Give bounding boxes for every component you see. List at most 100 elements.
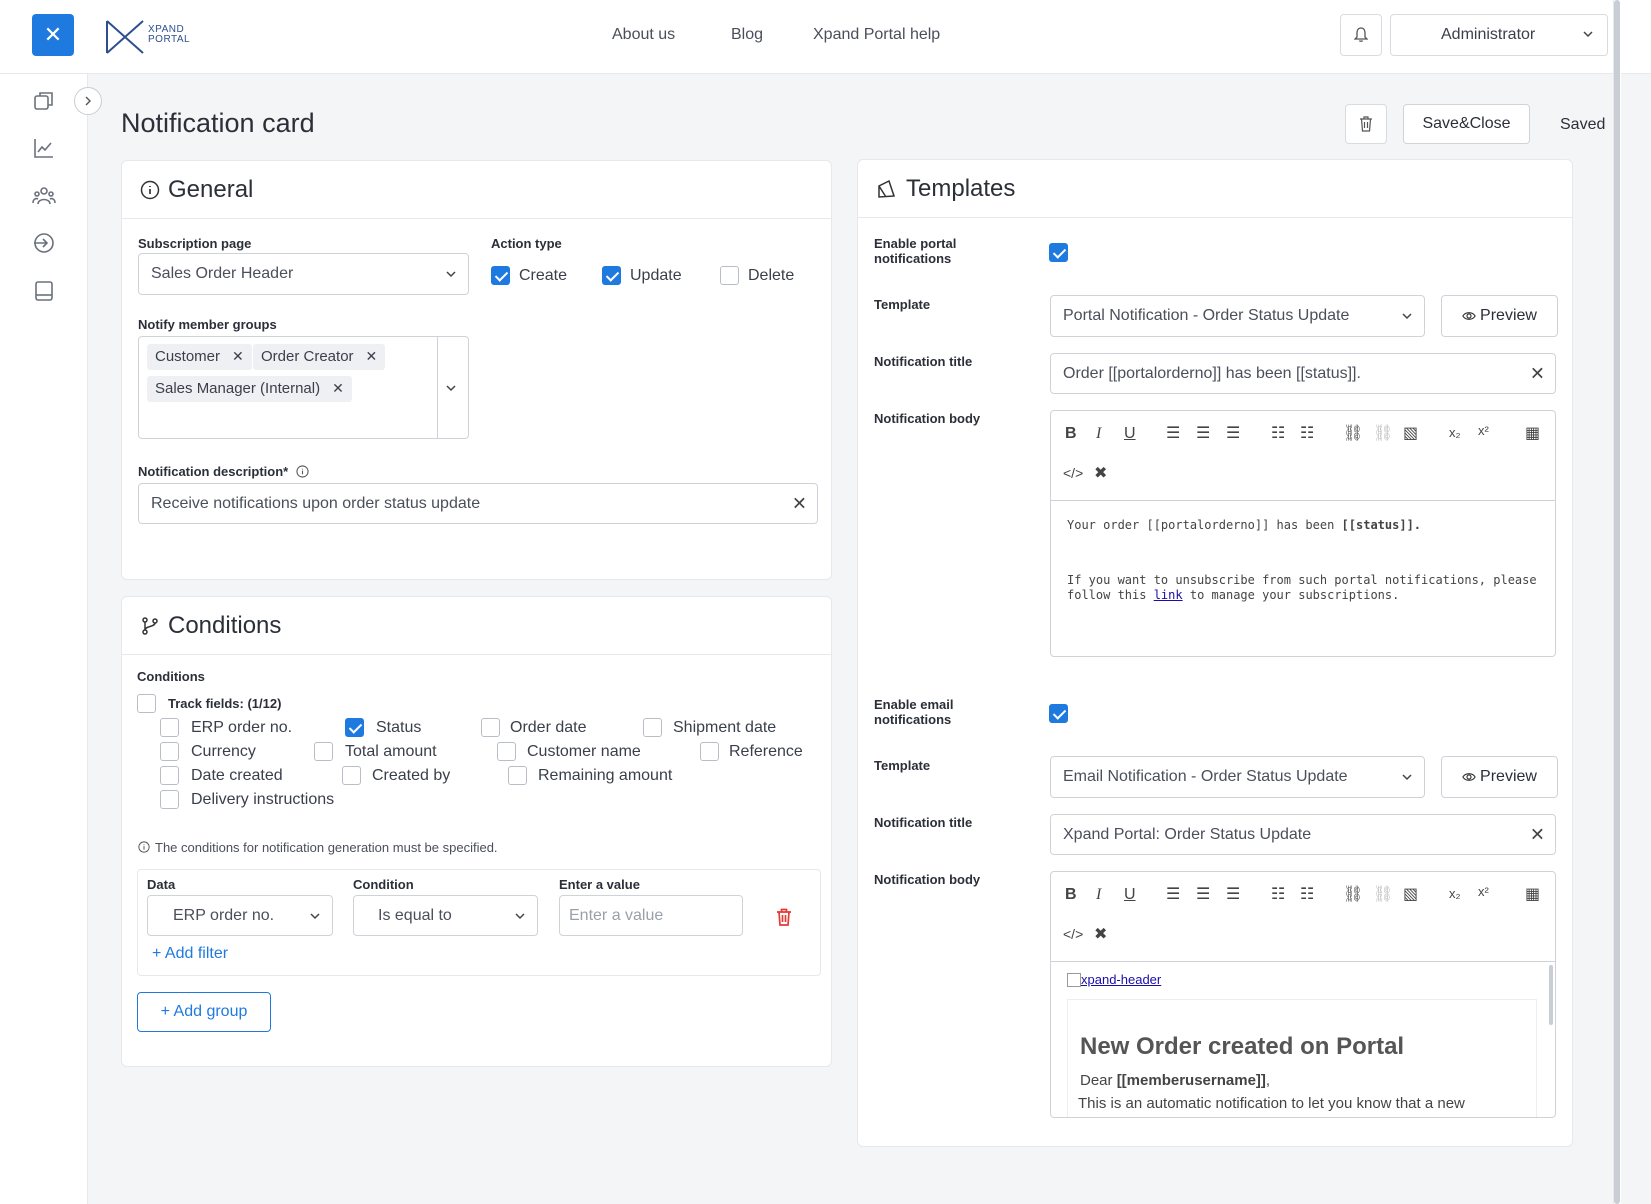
nav-about-us[interactable]: About us xyxy=(612,26,675,44)
logo[interactable]: XPAND PORTAL xyxy=(105,17,205,57)
users-icon[interactable] xyxy=(32,184,56,208)
trash-icon[interactable] xyxy=(776,908,792,926)
subscription-select[interactable]: Sales Order Header xyxy=(138,253,469,295)
remove-tag-icon[interactable]: ✕ xyxy=(366,348,378,364)
email-preview-button[interactable]: Preview xyxy=(1441,756,1558,798)
table-icon[interactable]: ▦ xyxy=(1525,423,1540,443)
add-group-button[interactable]: + Add group xyxy=(137,992,271,1032)
email-title-input[interactable]: Xpand Portal: Order Status Update ✕ xyxy=(1050,814,1556,855)
data-select[interactable]: ERP order no. xyxy=(147,895,333,936)
close-icon[interactable]: ✕ xyxy=(32,14,74,56)
email-body-editor[interactable]: B I U ☰ ☰ ☰ ☷ ☷ ⛓ ⛓ ▧ x₂ x² ▦ </> ✖ xpan… xyxy=(1050,871,1556,1118)
body-text: Your order [[portalorderno]] has been xyxy=(1067,518,1342,532)
eye-icon xyxy=(1462,312,1476,320)
remove-tag-icon[interactable]: ✕ xyxy=(232,348,244,364)
image-icon[interactable]: ▧ xyxy=(1403,884,1418,904)
condition-select[interactable]: Is equal to xyxy=(353,895,538,936)
condition-value: Is equal to xyxy=(378,906,452,924)
field-checkbox-reference[interactable] xyxy=(700,742,719,761)
align-center-icon[interactable]: ☰ xyxy=(1196,884,1210,904)
superscript-icon[interactable]: x² xyxy=(1478,884,1489,899)
pages-icon[interactable] xyxy=(32,89,56,113)
notifications-button[interactable] xyxy=(1340,14,1382,56)
image-icon[interactable]: ▧ xyxy=(1403,423,1418,443)
align-right-icon[interactable]: ☰ xyxy=(1226,884,1240,904)
header-image-link[interactable]: xpand-header xyxy=(1081,972,1161,987)
field-checkbox-total-amount[interactable] xyxy=(314,742,333,761)
user-name: Administrator xyxy=(1441,26,1536,43)
save-close-button[interactable]: Save&Close xyxy=(1403,104,1530,144)
align-left-icon[interactable]: ☰ xyxy=(1166,423,1180,443)
email-template-select[interactable]: Email Notification - Order Status Update xyxy=(1050,756,1425,798)
superscript-icon[interactable]: x² xyxy=(1478,423,1489,438)
enable-email-checkbox[interactable] xyxy=(1049,704,1068,723)
create-checkbox[interactable] xyxy=(491,266,510,285)
portal-body-editor[interactable]: B I U ☰ ☰ ☰ ☷ ☷ ⛓ ⛓ ▧ x₂ x² ▦ </> ✖ Your… xyxy=(1050,410,1556,657)
italic-icon[interactable]: I xyxy=(1096,425,1101,443)
sign-in-icon[interactable] xyxy=(32,231,56,255)
link-icon[interactable]: ⛓ xyxy=(1343,884,1363,904)
expand-sidebar-button[interactable] xyxy=(74,87,102,115)
clear-icon[interactable]: ✕ xyxy=(1530,363,1545,384)
add-filter-link[interactable]: + Add filter xyxy=(152,945,228,963)
nav-portal-help[interactable]: Xpand Portal help xyxy=(813,26,940,44)
field-checkbox-currency[interactable] xyxy=(160,742,179,761)
table-icon[interactable]: ▦ xyxy=(1525,884,1540,904)
field-label: ERP order no. xyxy=(191,719,293,736)
subscript-icon[interactable]: x₂ xyxy=(1449,425,1461,440)
field-checkbox-customer-name[interactable] xyxy=(497,742,516,761)
user-menu[interactable]: Administrator xyxy=(1390,14,1608,56)
field-checkbox-shipment-date[interactable] xyxy=(643,718,662,737)
field-label: Date created xyxy=(191,767,283,784)
update-checkbox[interactable] xyxy=(602,266,621,285)
field-checkbox-date-created[interactable] xyxy=(160,766,179,785)
field-checkbox-erp-order-no[interactable] xyxy=(160,718,179,737)
track-fields-checkbox[interactable] xyxy=(137,694,156,713)
italic-icon[interactable]: I xyxy=(1096,886,1101,904)
description-input[interactable]: Receive notifications upon order status … xyxy=(138,483,818,524)
value-input[interactable]: Enter a value xyxy=(559,895,743,936)
unlink-icon[interactable]: ⛓ xyxy=(1373,884,1393,904)
field-checkbox-order-date[interactable] xyxy=(481,718,500,737)
align-center-icon[interactable]: ☰ xyxy=(1196,423,1210,443)
align-right-icon[interactable]: ☰ xyxy=(1226,423,1240,443)
align-left-icon[interactable]: ☰ xyxy=(1166,884,1180,904)
enable-portal-checkbox[interactable] xyxy=(1049,243,1068,262)
portal-preview-button[interactable]: Preview xyxy=(1441,295,1558,337)
link-icon[interactable]: ⛓ xyxy=(1343,423,1363,443)
portal-title-input[interactable]: Order [[portalorderno]] has been [[statu… xyxy=(1050,353,1556,394)
field-checkbox-status[interactable] xyxy=(345,718,364,737)
editor-scrollbar[interactable] xyxy=(1549,965,1553,1025)
bold-icon[interactable]: B xyxy=(1065,886,1077,904)
unsubscribe-link[interactable]: link xyxy=(1154,588,1183,602)
clear-format-icon[interactable]: ✖ xyxy=(1094,924,1107,944)
field-checkbox-delivery-instructions[interactable] xyxy=(160,790,179,809)
bullet-list-icon[interactable]: ☷ xyxy=(1271,423,1285,443)
clear-icon[interactable]: ✕ xyxy=(792,493,807,514)
field-checkbox-remaining-amount[interactable] xyxy=(508,766,527,785)
delete-checkbox[interactable] xyxy=(720,266,739,285)
portal-template-select[interactable]: Portal Notification - Order Status Updat… xyxy=(1050,295,1425,337)
bullet-list-icon[interactable]: ☷ xyxy=(1271,884,1285,904)
code-view-icon[interactable]: </> xyxy=(1063,465,1083,481)
clear-icon[interactable]: ✕ xyxy=(1530,824,1545,845)
delete-button[interactable] xyxy=(1345,104,1387,144)
numbered-list-icon[interactable]: ☷ xyxy=(1300,423,1314,443)
remove-tag-icon[interactable]: ✕ xyxy=(332,380,344,396)
unlink-icon[interactable]: ⛓ xyxy=(1373,423,1393,443)
templates-title: Templates xyxy=(906,174,1016,202)
page-scroll-thumb[interactable] xyxy=(1614,0,1620,1204)
field-checkbox-created-by[interactable] xyxy=(342,766,361,785)
analytics-icon[interactable] xyxy=(32,136,56,160)
underline-icon[interactable]: U xyxy=(1124,425,1136,443)
clear-format-icon[interactable]: ✖ xyxy=(1094,463,1107,483)
numbered-list-icon[interactable]: ☷ xyxy=(1300,884,1314,904)
subscript-icon[interactable]: x₂ xyxy=(1449,886,1461,901)
top-bar: ✕ XPAND PORTAL About us Blog Xpand Porta… xyxy=(0,0,1651,74)
condition-label: Condition xyxy=(353,877,414,892)
code-view-icon[interactable]: </> xyxy=(1063,926,1083,942)
book-icon[interactable] xyxy=(32,279,56,303)
bold-icon[interactable]: B xyxy=(1065,425,1077,443)
underline-icon[interactable]: U xyxy=(1124,886,1136,904)
nav-blog[interactable]: Blog xyxy=(731,26,763,44)
